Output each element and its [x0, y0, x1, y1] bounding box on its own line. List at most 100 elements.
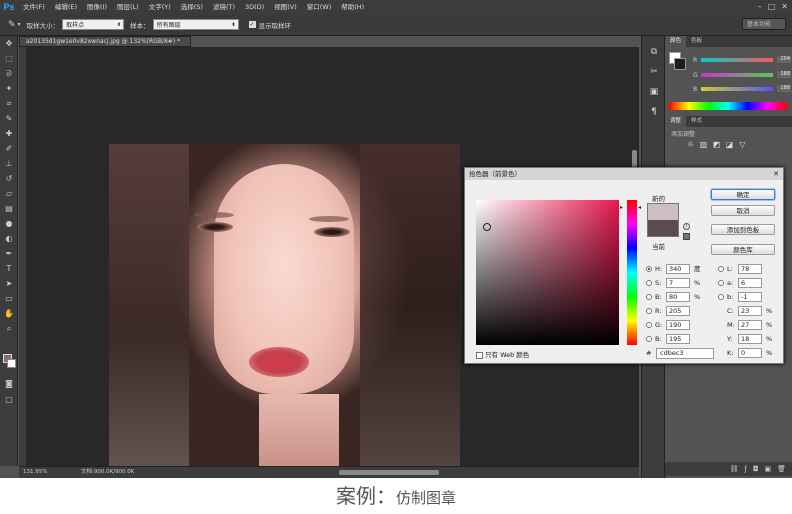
blue-field[interactable]: B: 195 [646, 334, 706, 344]
menu-edit[interactable]: 编辑(E) [50, 0, 82, 14]
background-swatch[interactable] [7, 359, 16, 368]
yellow-field[interactable]: Y: 18% [718, 334, 778, 344]
healing-brush-icon[interactable]: ✚ [0, 126, 18, 141]
link-icon[interactable]: ⛓ [730, 462, 739, 476]
sample-size-select[interactable]: 取样点 ⬍ [62, 19, 125, 30]
quick-mask-icon[interactable]: ◙ [0, 376, 18, 391]
out-of-gamut-icon[interactable]: ! [683, 223, 690, 230]
path-select-icon[interactable]: ➤ [0, 276, 18, 291]
panel-background-swatch[interactable] [674, 58, 686, 70]
brightness-field[interactable]: B: 80% [646, 292, 706, 302]
tool-preset-chevron-icon[interactable]: ▾ [18, 21, 21, 28]
web-safe-cube-icon[interactable] [683, 233, 690, 240]
red-field[interactable]: R: 205 [646, 306, 706, 316]
clone-stamp-icon[interactable]: ⊥ [0, 156, 18, 171]
eyedropper-icon[interactable]: ✎ [0, 111, 18, 126]
hue-field[interactable]: H: 340 度 [646, 264, 706, 274]
show-ring-checkbox[interactable]: ✓ [248, 21, 256, 28]
exposure-icon[interactable]: ◪ [724, 140, 735, 149]
red-slider[interactable]: R 204 [693, 56, 791, 64]
add-to-swatches-button[interactable]: 添加到色板 [711, 224, 775, 235]
tools-icon[interactable]: ✂ [642, 62, 666, 82]
document-image[interactable] [109, 144, 460, 466]
menu-image[interactable]: 图像(I) [82, 0, 112, 14]
history-brush-icon[interactable]: ↺ [0, 171, 18, 186]
close-icon[interactable]: ✕ [773, 168, 779, 180]
gradient-tool-icon[interactable]: ▤ [0, 201, 18, 216]
magenta-field[interactable]: M: 27% [718, 320, 778, 330]
brightness-icon[interactable]: ☼ [685, 140, 696, 149]
hue-slider[interactable] [627, 200, 637, 345]
hue-arrow-right-icon[interactable]: ◂ [638, 204, 641, 211]
move-tool-icon[interactable]: ✥ [0, 36, 18, 51]
lab-b-field[interactable]: b: -1 [718, 292, 778, 302]
hue-arrow-left-icon[interactable]: ▸ [620, 204, 623, 211]
quick-select-tool-icon[interactable]: ✦ [0, 81, 18, 96]
menu-window[interactable]: 窗口(W) [302, 0, 337, 14]
cyan-field[interactable]: C: 23% [718, 306, 778, 316]
minimize-icon[interactable]: – [758, 2, 762, 11]
workspace-select[interactable]: 基本功能 [742, 18, 786, 30]
screen-mode-icon[interactable]: ▢ [0, 392, 18, 407]
pen-tool-icon[interactable]: ✒ [0, 246, 18, 261]
horizontal-scrollbar[interactable] [339, 470, 439, 475]
menu-view[interactable]: 视图(V) [269, 0, 302, 14]
cancel-button[interactable]: 取消 [711, 205, 775, 216]
color-libraries-button[interactable]: 颜色库 [711, 244, 775, 255]
menu-3d[interactable]: 3D(D) [240, 0, 269, 14]
menu-help[interactable]: 帮助(H) [336, 0, 369, 14]
saturation-field[interactable]: S: 7% [646, 278, 706, 288]
tab-color[interactable]: 颜色 [665, 36, 687, 47]
menu-filter[interactable]: 滤镜(T) [208, 0, 240, 14]
type-tool-icon[interactable]: T [0, 261, 18, 276]
tab-swatches[interactable]: 色板 [686, 36, 707, 47]
info-icon[interactable]: ▣ [642, 82, 666, 102]
fx-icon[interactable]: ƒ [744, 462, 746, 476]
history-icon[interactable]: ⧉ [642, 42, 666, 62]
menu-select[interactable]: 选择(S) [176, 0, 208, 14]
doc-size[interactable]: 文档:900.0K/900.0K [81, 467, 134, 478]
tab-styles[interactable]: 样式 [686, 116, 707, 127]
black-field[interactable]: K: 0% [718, 348, 778, 358]
vibrance-icon[interactable]: ▽ [737, 140, 748, 149]
maximize-icon[interactable]: □ [768, 2, 776, 11]
curves-icon[interactable]: ◩ [711, 140, 722, 149]
zoom-level[interactable]: 131.95% [23, 467, 47, 478]
color-cursor[interactable] [483, 223, 491, 231]
menu-type[interactable]: 文字(Y) [144, 0, 176, 14]
levels-icon[interactable]: ▥ [698, 140, 709, 149]
hand-tool-icon[interactable]: ✋ [0, 306, 18, 321]
web-only-row[interactable]: 只有 Web 颜色 [476, 349, 529, 359]
close-icon[interactable]: ✕ [781, 2, 788, 11]
blur-tool-icon[interactable]: ● [0, 216, 18, 231]
mask-icon[interactable]: ◘ [753, 462, 759, 476]
eyedropper-tool-icon[interactable]: ✎ [8, 20, 16, 30]
trash-icon[interactable]: 🗑 [777, 462, 786, 476]
sample-select[interactable]: 所有图层 ⬍ [152, 19, 239, 30]
lab-a-field[interactable]: a: 6 [718, 278, 778, 288]
new-layer-icon[interactable]: ▣ [764, 462, 771, 476]
document-tab[interactable]: a20135d1gw1e0v82xwnacj.jpg @ 132%(RGB/8#… [19, 36, 191, 47]
lab-l-field[interactable]: L: 78 [718, 264, 778, 274]
saturation-brightness-field[interactable] [476, 200, 619, 345]
paragraph-icon[interactable]: ¶ [642, 102, 666, 122]
shape-tool-icon[interactable]: ▭ [0, 291, 18, 306]
menu-layer[interactable]: 图层(L) [112, 0, 144, 14]
lasso-tool-icon[interactable]: ᘐ [0, 66, 18, 81]
marquee-tool-icon[interactable]: ⬚ [0, 51, 18, 66]
menu-file[interactable]: 文件(F) [18, 0, 50, 14]
blue-slider[interactable]: B 188 [693, 85, 791, 93]
current-color-swatch[interactable] [647, 220, 679, 237]
ok-button[interactable]: 确定 [711, 189, 775, 200]
tab-adjustments[interactable]: 调整 [665, 116, 687, 127]
color-spectrum[interactable] [669, 102, 787, 110]
eraser-tool-icon[interactable]: ▱ [0, 186, 18, 201]
crop-tool-icon[interactable]: ⌗ [0, 96, 18, 111]
zoom-tool-icon[interactable]: ⌕ [0, 321, 18, 336]
green-slider[interactable]: G 188 [693, 71, 791, 79]
hex-input[interactable]: cdbec3 [656, 348, 714, 359]
green-field[interactable]: G: 190 [646, 320, 706, 330]
web-only-checkbox[interactable] [476, 351, 483, 359]
brush-tool-icon[interactable]: ✐ [0, 141, 18, 156]
dodge-tool-icon[interactable]: ◐ [0, 231, 18, 246]
